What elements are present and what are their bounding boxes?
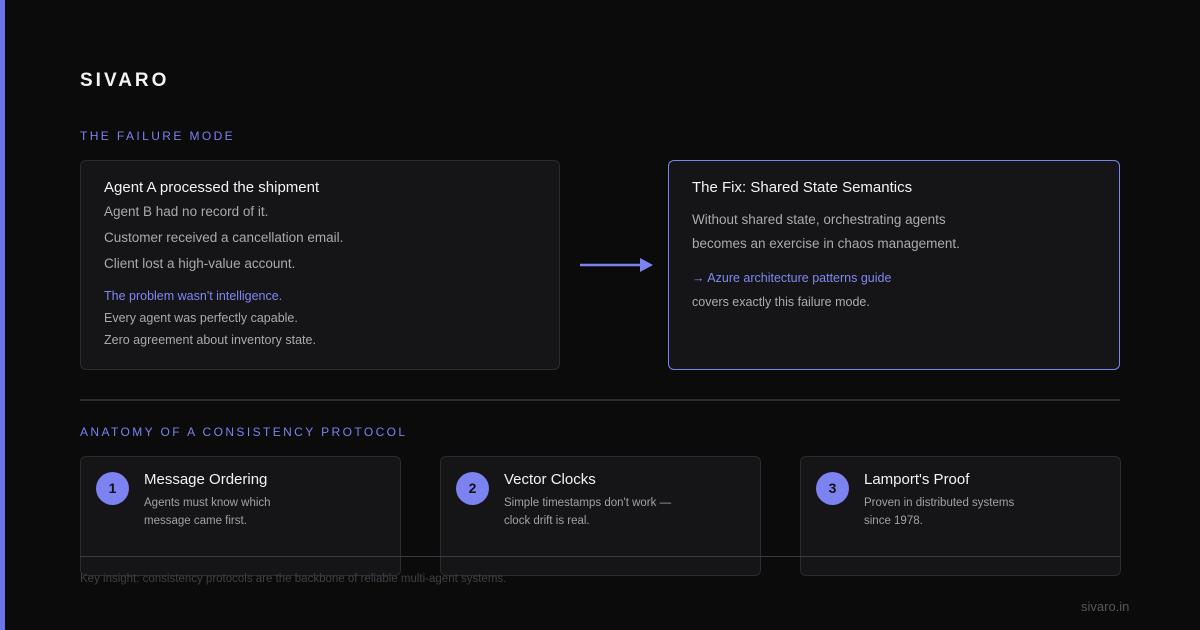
step-number-badge: 2 <box>456 472 489 505</box>
fix-body-line: Without shared state, orchestrating agen… <box>692 212 946 227</box>
brand-logo: SIVARO <box>80 70 170 91</box>
azure-guide-link[interactable]: → Azure architecture patterns guide <box>692 266 1096 290</box>
failure-line: Client lost a high-value account. <box>104 256 296 271</box>
step-title: Lamport's Proof <box>864 471 970 488</box>
fix-body: Without shared state, orchestrating agen… <box>692 208 1096 256</box>
accent-bar <box>0 0 5 630</box>
failure-card-title: Agent A processed the shipment <box>104 179 320 196</box>
step-description: Simple timestamps don't work — clock dri… <box>504 494 704 530</box>
section-divider <box>80 399 1120 401</box>
anatomy-section-label: ANATOMY OF A CONSISTENCY PROTOCOL <box>80 425 408 439</box>
arrow-right-icon <box>580 258 653 272</box>
step-description: Agents must know which message came firs… <box>144 494 344 530</box>
problem-statement: The problem wasn't intelligence. <box>104 289 283 303</box>
step-card-vector-clocks: 2 Vector Clocks Simple timestamps don't … <box>440 456 761 576</box>
failure-note: Every agent was perfectly capable. <box>104 311 298 325</box>
step-card-lamports-proof: 3 Lamport's Proof Proven in distributed … <box>800 456 1121 576</box>
fix-after-text: covers exactly this failure mode. <box>692 295 870 309</box>
failure-line: Customer received a cancellation email. <box>104 230 344 245</box>
step-desc-line: Proven in distributed systems <box>864 497 1015 509</box>
step-description: Proven in distributed systems since 1978… <box>864 494 1064 530</box>
step-desc-line: Simple timestamps don't work — <box>504 497 672 509</box>
overlay-divider <box>80 556 1120 557</box>
site-url[interactable]: sivaro.in <box>1081 599 1129 614</box>
step-card-message-ordering: 1 Message Ordering Agents must know whic… <box>80 456 401 576</box>
failure-section-label: THE FAILURE MODE <box>80 129 236 143</box>
step-title: Vector Clocks <box>504 471 596 488</box>
fix-card-title: The Fix: Shared State Semantics <box>692 179 913 196</box>
step-number-badge: 3 <box>816 472 849 505</box>
step-number-badge: 1 <box>96 472 129 505</box>
fix-card: The Fix: Shared State Semantics Without … <box>668 160 1120 370</box>
failure-lines: Agent B had no record of it. Customer re… <box>104 199 536 277</box>
failure-line: Agent B had no record of it. <box>104 204 269 219</box>
key-insight-text: Key insight: consistency protocols are t… <box>80 573 507 585</box>
step-desc-line: message came first. <box>144 515 247 527</box>
step-desc-line: Agents must know which <box>144 497 271 509</box>
failure-note: Zero agreement about inventory state. <box>104 333 316 347</box>
fix-body-line: becomes an exercise in chaos management. <box>692 236 960 251</box>
step-desc-line: since 1978. <box>864 515 923 527</box>
failure-card: Agent A processed the shipment Agent B h… <box>80 160 560 370</box>
step-desc-line: clock drift is real. <box>504 515 590 527</box>
step-title: Message Ordering <box>144 471 268 488</box>
